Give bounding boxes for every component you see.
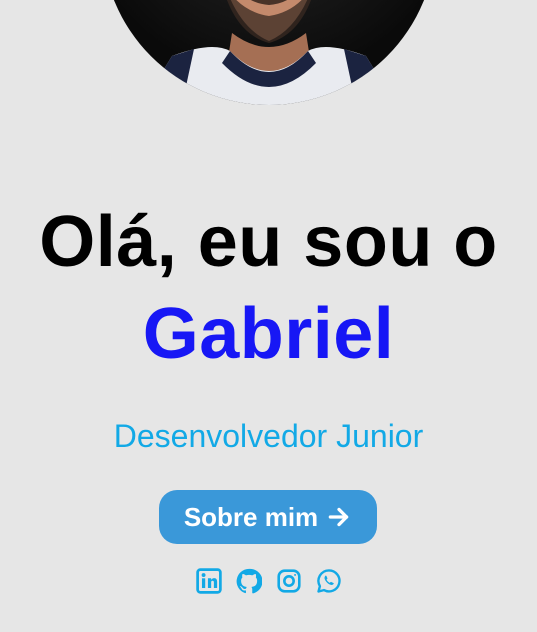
about-me-label: Sobre mim: [183, 501, 319, 532]
linkedin-icon[interactable]: [195, 568, 222, 594]
name-text: Gabriel: [142, 294, 395, 374]
whatsapp-icon[interactable]: [316, 568, 342, 594]
role-subtitle: Desenvolvedor Junior: [113, 418, 424, 454]
arrow-right-icon: [326, 504, 352, 530]
hero-section: Olá, eu sou o Gabriel: [0, 196, 537, 380]
profile-photo: [102, 0, 436, 105]
github-icon[interactable]: [236, 568, 262, 594]
social-links: [0, 568, 537, 594]
about-me-button[interactable]: Sobre mim: [159, 490, 377, 544]
greeting-text: Olá, eu sou o: [39, 202, 498, 282]
instagram-icon[interactable]: [276, 568, 302, 594]
hero-headline: Olá, eu sou o Gabriel: [0, 196, 537, 380]
